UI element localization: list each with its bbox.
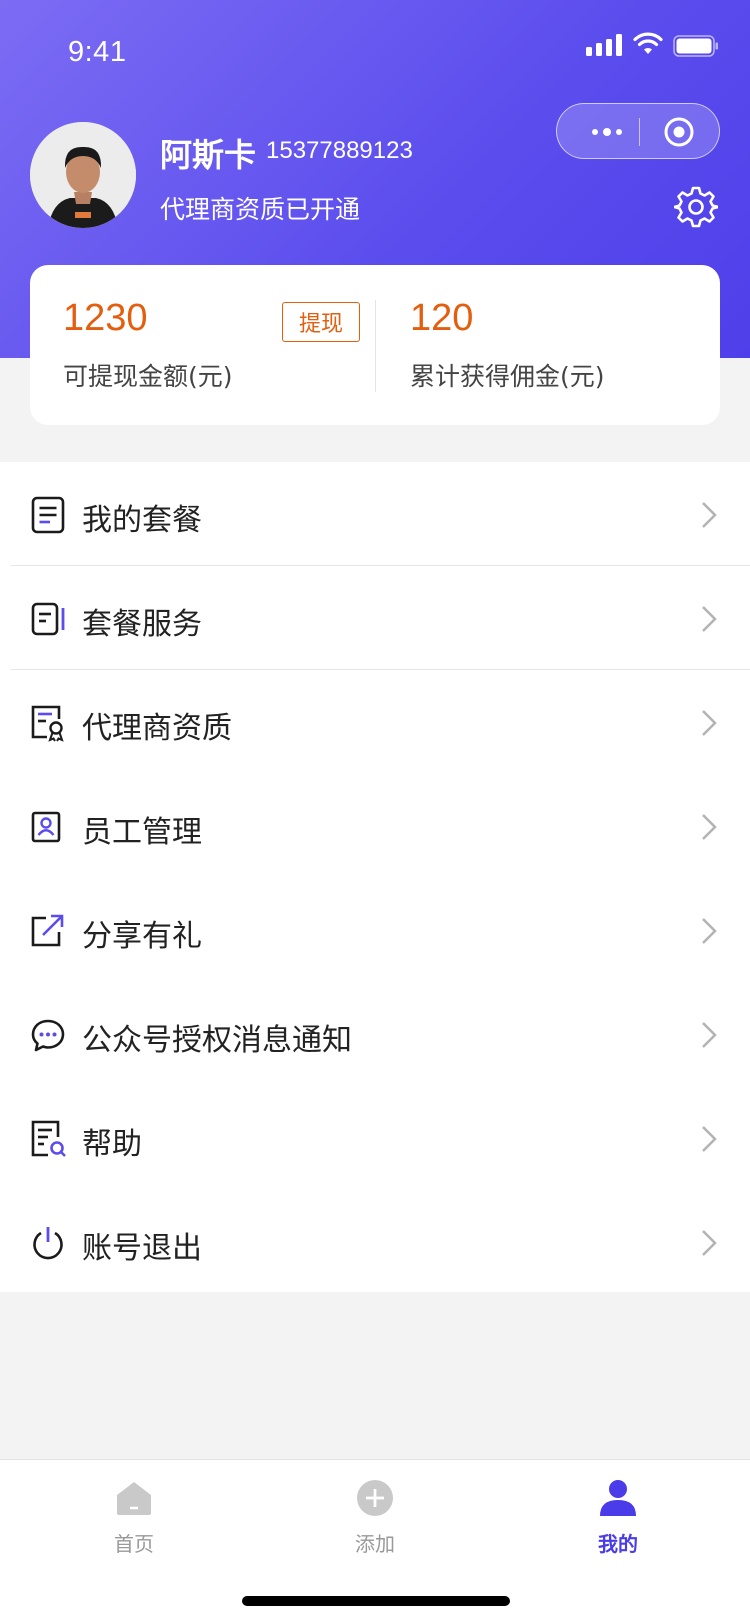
chevron-right-icon	[702, 502, 717, 528]
share-icon	[31, 914, 64, 947]
chevron-right-icon	[702, 814, 717, 840]
tab-label: 我的	[598, 1532, 638, 1556]
menu-label: 分享有礼	[82, 919, 202, 954]
document-icon	[31, 496, 65, 534]
status-time: 9:41	[68, 36, 127, 68]
menu-item-help[interactable]: 帮助	[0, 1086, 750, 1190]
service-icon	[31, 602, 65, 636]
menu-item-employee-management[interactable]: 员工管理	[0, 774, 750, 878]
menu-label: 代理商资质	[82, 711, 232, 746]
chevron-right-icon	[702, 1126, 717, 1152]
avatar-portrait	[30, 122, 136, 228]
menu-list: 我的套餐 套餐服务 代理商资质 员工管理 分享有礼 公众号授权消息通知 帮助 账…	[0, 462, 750, 1292]
menu-item-package-service[interactable]: 套餐服务	[0, 566, 750, 670]
help-icon	[31, 1120, 66, 1157]
battery-icon	[673, 35, 718, 57]
menu-item-share-gift[interactable]: 分享有礼	[0, 878, 750, 982]
gear-icon[interactable]	[674, 185, 718, 229]
wifi-icon	[633, 32, 663, 54]
avatar[interactable]	[30, 122, 136, 228]
menu-label: 账号退出	[82, 1231, 202, 1266]
withdraw-button[interactable]: 提现	[282, 302, 360, 342]
commission-label: 累计获得佣金(元)	[410, 362, 605, 391]
tab-label: 首页	[114, 1532, 154, 1556]
capsule-divider	[639, 118, 640, 146]
menu-label: 帮助	[82, 1127, 142, 1162]
user-icon	[600, 1480, 636, 1516]
profile-name: 阿斯卡	[160, 136, 257, 174]
menu-label: 套餐服务	[82, 607, 202, 642]
profile-phone: 15377889123	[266, 137, 413, 164]
employee-icon	[31, 811, 61, 843]
tab-mine[interactable]: 我的	[558, 1478, 678, 1557]
commission-amount: 120	[410, 297, 474, 339]
balance-card: 1230 可提现金额(元) 提现 120 累计获得佣金(元)	[30, 265, 720, 425]
home-icon	[117, 1482, 151, 1515]
menu-item-agent-qualification[interactable]: 代理商资质	[0, 670, 750, 774]
chevron-right-icon	[702, 918, 717, 944]
menu-item-logout[interactable]: 账号退出	[0, 1190, 750, 1294]
home-indicator	[242, 1596, 510, 1606]
chevron-right-icon	[702, 1022, 717, 1048]
power-icon	[33, 1227, 63, 1260]
chevron-right-icon	[702, 1230, 717, 1256]
withdrawable-label: 可提现金额(元)	[63, 362, 233, 391]
menu-label: 我的套餐	[82, 503, 202, 538]
profile-status: 代理商资质已开通	[160, 195, 361, 224]
status-bar: 9:41	[0, 0, 750, 96]
card-divider	[375, 300, 376, 392]
menu-item-my-package[interactable]: 我的套餐	[0, 462, 750, 566]
tab-home[interactable]: 首页	[74, 1478, 194, 1557]
chevron-right-icon	[702, 710, 717, 736]
menu-item-wechat-notification[interactable]: 公众号授权消息通知	[0, 982, 750, 1086]
chat-icon	[31, 1019, 65, 1052]
chevron-right-icon	[702, 606, 717, 632]
certificate-icon	[31, 705, 64, 742]
tab-label: 添加	[355, 1532, 395, 1556]
plus-circle-icon	[357, 1480, 393, 1516]
close-target-icon[interactable]	[663, 116, 695, 148]
menu-label: 公众号授权消息通知	[82, 1023, 352, 1058]
miniprogram-capsule	[556, 103, 720, 159]
menu-label: 员工管理	[82, 815, 202, 850]
tab-add[interactable]: 添加	[315, 1478, 435, 1557]
more-icon[interactable]	[587, 124, 627, 140]
signal-icon	[586, 34, 622, 56]
withdrawable-amount: 1230	[63, 297, 148, 339]
